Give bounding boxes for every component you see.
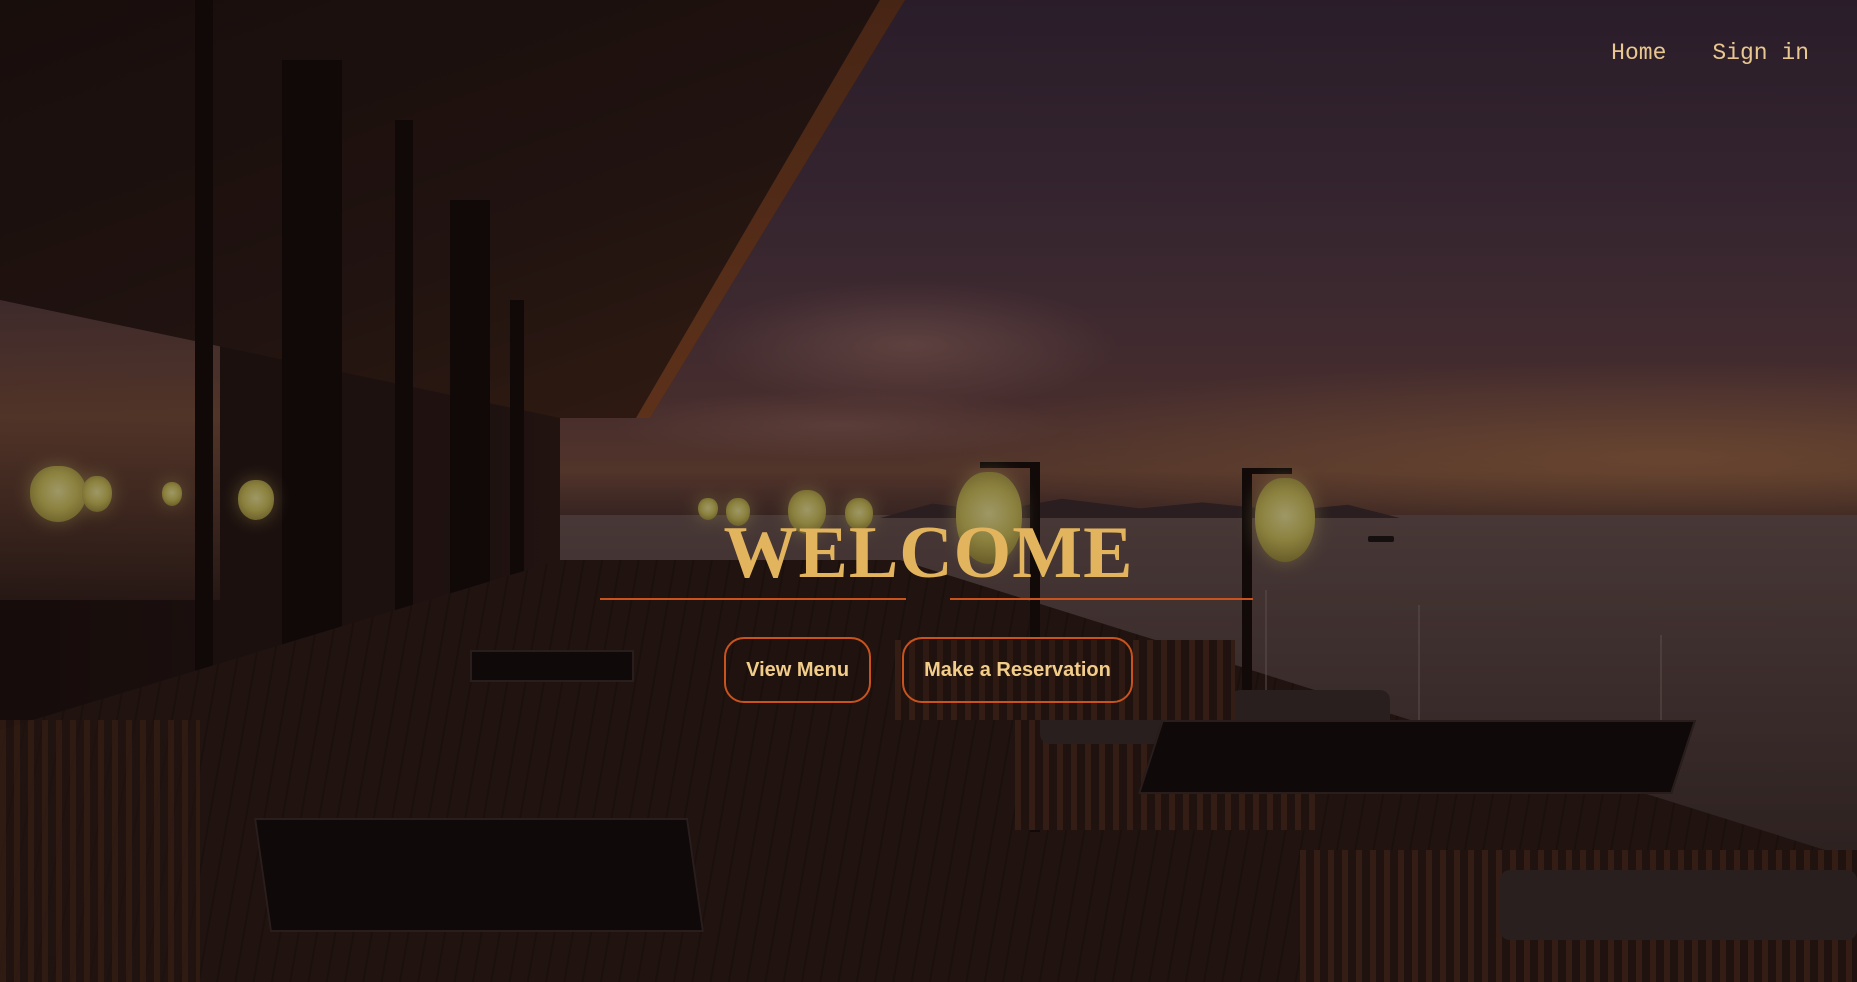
hero-actions: View Menu Make a Reservation (0, 637, 1857, 703)
hero-title: WELCOME (723, 512, 1134, 594)
nav-sign-in-link[interactable]: Sign in (1712, 40, 1809, 66)
nav-home-link[interactable]: Home (1611, 40, 1666, 66)
hero-section: Home Sign in WELCOME View Menu Make a Re… (0, 0, 1857, 982)
background-overlay (0, 0, 1857, 982)
make-reservation-button[interactable]: Make a Reservation (902, 637, 1133, 703)
top-nav: Home Sign in (1611, 40, 1809, 66)
title-underline (600, 598, 1253, 600)
view-menu-button[interactable]: View Menu (724, 637, 872, 703)
